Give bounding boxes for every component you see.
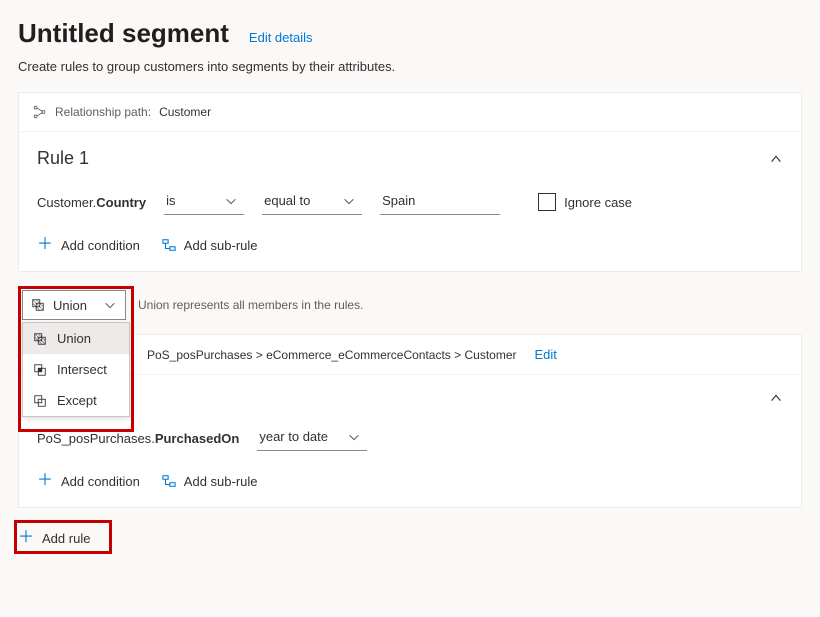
rule-title: Rule 1 [37,148,89,169]
entity-attribute[interactable]: PoS_posPurchases.PurchasedOn [37,431,239,446]
plus-icon: ＋ [37,237,53,253]
condition-row: Customer.Country is equal to Spain Ignor… [37,189,783,215]
relpath-label: Relationship path: [55,105,151,119]
plus-icon: ＋ [37,473,53,489]
add-subrule-button[interactable]: Add sub-rule [162,234,258,257]
plus-icon: ＋ [18,530,34,546]
relpath-value: Customer [159,105,211,119]
rule-card-2: PoS_posPurchases > eCommerce_eCommerceCo… [18,334,802,508]
subrule-icon [162,238,176,252]
chevron-down-icon [342,194,356,208]
set-operator-row: Union Union represents all members in th… [22,290,802,320]
relationship-path: Relationship path: Customer [19,93,801,132]
operator-option-union[interactable]: Union [23,323,129,354]
intersect-icon [33,363,47,377]
except-icon [33,394,47,408]
chevron-down-icon [347,430,361,444]
ignore-case-checkbox[interactable] [538,193,556,211]
union-icon [31,298,45,312]
path-icon [33,105,47,119]
edit-details-link[interactable]: Edit details [249,30,313,45]
add-subrule-button[interactable]: Add sub-rule [162,470,258,493]
operator-option-intersect[interactable]: Intersect [23,354,129,385]
operator-description: Union represents all members in the rule… [138,298,363,312]
relpath-edit-link[interactable]: Edit [535,347,557,362]
chevron-down-icon [103,298,117,312]
relationship-path: PoS_posPurchases > eCommerce_eCommerceCo… [19,335,801,375]
subrule-icon [162,474,176,488]
operator-1-dropdown[interactable]: year to date [257,425,367,451]
chevron-down-icon [224,194,238,208]
operator-1-dropdown[interactable]: is [164,189,244,215]
add-condition-button[interactable]: ＋ Add condition [37,469,140,493]
operator-2-dropdown[interactable]: equal to [262,189,362,215]
page-title: Untitled segment [18,18,229,49]
entity-attribute[interactable]: Customer.Country [37,195,146,210]
operator-option-except[interactable]: Except [23,385,129,416]
set-operator-dropdown[interactable]: Union [22,290,126,320]
collapse-chevron-icon[interactable] [769,391,783,405]
relpath-value: PoS_posPurchases > eCommerce_eCommerceCo… [147,348,517,362]
ignore-case-label: Ignore case [564,195,632,210]
union-icon [33,332,47,346]
set-operator-menu: Union Intersect Except [22,322,130,417]
condition-row: PoS_posPurchases.PurchasedOn year to dat… [37,425,783,451]
value-input[interactable]: Spain [380,189,500,215]
add-condition-button[interactable]: ＋ Add condition [37,233,140,257]
collapse-chevron-icon[interactable] [769,152,783,166]
page-subtitle: Create rules to group customers into seg… [18,59,802,74]
add-rule-button[interactable]: ＋ Add rule [18,526,90,550]
rule-card-1: Relationship path: Customer Rule 1 Custo… [18,92,802,272]
